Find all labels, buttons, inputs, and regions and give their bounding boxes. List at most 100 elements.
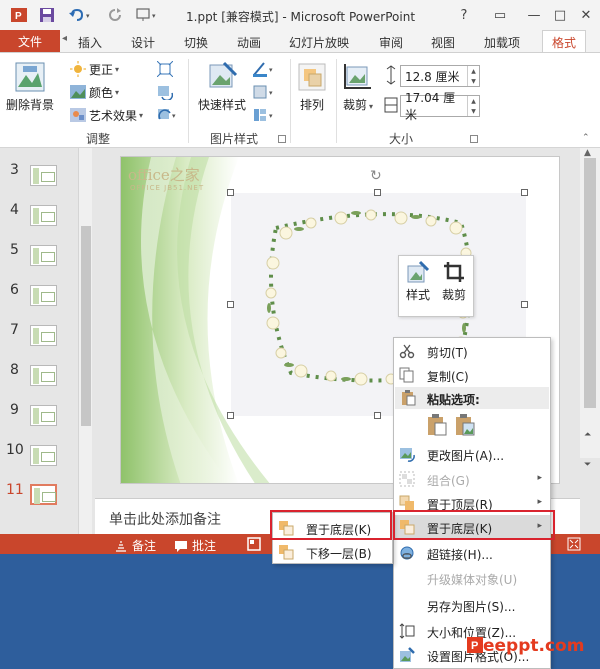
- comments-toggle[interactable]: 批注: [174, 537, 216, 554]
- tab-file[interactable]: 文件: [0, 30, 60, 52]
- svg-text:▾: ▾: [269, 66, 273, 74]
- resize-handle[interactable]: [227, 189, 234, 196]
- help-button[interactable]: ?: [452, 4, 476, 26]
- next-slide-icon[interactable]: ⏷: [584, 460, 591, 470]
- shape-width-spin-icon[interactable]: ▲ ▼: [467, 96, 479, 116]
- tab-scroll-left-icon[interactable]: ◂: [62, 33, 72, 49]
- comments-toggle-label: 批注: [192, 539, 217, 553]
- tab-insert[interactable]: 插入: [78, 34, 102, 51]
- redo-icon[interactable]: [104, 5, 126, 25]
- submenu-arrow-icon: ▸: [537, 497, 542, 507]
- slide-logo: office之家: [128, 166, 200, 184]
- menu-item-change-picture-label: 更改图片(A)...: [427, 449, 505, 463]
- tab-view[interactable]: 视图: [431, 34, 455, 51]
- corrections-label: 更正: [89, 62, 114, 77]
- shape-width-stepper[interactable]: 17.04 厘米 ▲ ▼: [400, 91, 480, 122]
- arrange-button[interactable]: 排列: [296, 61, 328, 113]
- shape-height-value[interactable]: 12.8 厘米: [401, 68, 467, 85]
- resize-handle[interactable]: [521, 301, 528, 308]
- slide-thumbnail[interactable]: [30, 365, 57, 386]
- corrections-button[interactable]: 更正 ▾: [70, 59, 119, 79]
- tab-format[interactable]: 格式: [542, 30, 586, 53]
- group-label-adjust: 调整: [86, 132, 111, 146]
- resize-handle[interactable]: [227, 301, 234, 308]
- tab-slideshow[interactable]: 幻灯片放映: [289, 34, 349, 51]
- menu-item-group[interactable]: 组合(G) ▸: [394, 467, 550, 491]
- slide-thumbnail[interactable]: [30, 325, 57, 346]
- arrange-label: 排列: [299, 98, 324, 112]
- minimize-button[interactable]: —: [522, 4, 546, 26]
- slide-thumbnail[interactable]: [30, 205, 57, 226]
- reset-picture-icon[interactable]: ▾: [157, 105, 179, 125]
- color-button[interactable]: 颜色 ▾: [70, 82, 119, 102]
- group-icon: [399, 471, 415, 487]
- paste-options-label: 粘贴选项:: [427, 393, 480, 407]
- menu-item-cut[interactable]: 剪切(T): [394, 339, 550, 363]
- slide-scrollbar-handle[interactable]: [584, 158, 596, 408]
- shape-height-stepper[interactable]: 12.8 厘米 ▲ ▼: [400, 65, 480, 87]
- maximize-button[interactable]: □: [548, 4, 572, 26]
- menu-item-copy[interactable]: 复制(C): [394, 363, 550, 387]
- svg-text:▾: ▾: [269, 112, 273, 120]
- remove-background-button[interactable]: 删除背景: [6, 61, 54, 113]
- thumbnails-scrollbar[interactable]: [78, 148, 92, 534]
- crop-button[interactable]: 裁剪 ▾: [342, 61, 374, 113]
- compress-pictures-icon[interactable]: [157, 59, 173, 79]
- rotate-handle-icon[interactable]: ↻: [370, 168, 386, 184]
- thumbnails-scrollbar-handle[interactable]: [81, 226, 91, 426]
- save-icon[interactable]: [36, 5, 58, 25]
- shape-height-spin-icon[interactable]: ▲ ▼: [467, 66, 479, 86]
- picture-styles-dialog-launcher-icon[interactable]: [278, 135, 286, 143]
- notes-toggle[interactable]: 备注: [114, 537, 156, 554]
- menu-item-upgrade-media[interactable]: 升级媒体对象(U): [394, 566, 550, 590]
- resize-handle[interactable]: [227, 412, 234, 419]
- svg-text:P: P: [471, 640, 478, 652]
- shape-width-value[interactable]: 17.04 厘米: [401, 89, 467, 123]
- corrections-sun-icon: [70, 61, 86, 77]
- slide-thumbnail[interactable]: [30, 445, 57, 466]
- slide-thumbnail[interactable]: [30, 405, 57, 426]
- size-dialog-launcher-icon[interactable]: [470, 135, 478, 143]
- slide-vertical-scrollbar[interactable]: ▲: [580, 148, 600, 458]
- menu-item-change-picture[interactable]: 更改图片(A)...: [394, 442, 550, 466]
- slide-number: 7: [10, 322, 19, 338]
- resize-handle[interactable]: [374, 189, 381, 196]
- menu-item-hyperlink[interactable]: 超链接(H)...: [394, 541, 550, 565]
- collapse-ribbon-icon[interactable]: ⌃: [582, 133, 592, 143]
- resize-handle[interactable]: [521, 189, 528, 196]
- slide-thumbnail[interactable]: [30, 165, 57, 186]
- menu-item-save-as-picture[interactable]: 另存为图片(S)...: [394, 593, 550, 617]
- tab-review[interactable]: 审阅: [379, 34, 403, 51]
- quick-styles-button[interactable]: 快速样式: [198, 61, 246, 113]
- paste-as-picture-icon[interactable]: [454, 414, 476, 439]
- slide-number: 3: [10, 162, 19, 178]
- powerpoint-app-icon[interactable]: P: [8, 5, 30, 25]
- undo-icon[interactable]: ▾: [66, 5, 96, 25]
- normal-view-icon[interactable]: [247, 537, 261, 551]
- slide-thumbnail-selected[interactable]: [30, 484, 57, 505]
- picture-effects-icon[interactable]: ▾: [252, 82, 276, 102]
- tab-transitions[interactable]: 切换: [184, 34, 208, 51]
- mini-crop-button[interactable]: 裁剪: [437, 260, 471, 303]
- scroll-up-icon[interactable]: ▲: [584, 148, 591, 158]
- picture-layout-icon[interactable]: ▾: [252, 105, 276, 125]
- slide-thumbnail[interactable]: [30, 245, 57, 266]
- artistic-effects-button[interactable]: 艺术效果 ▾: [70, 105, 143, 125]
- menu-item-cut-label: 剪切(T): [427, 346, 468, 360]
- tab-animations[interactable]: 动画: [237, 34, 261, 51]
- mini-style-button[interactable]: 样式: [401, 260, 435, 303]
- close-button[interactable]: ✕: [574, 4, 598, 26]
- tab-design[interactable]: 设计: [131, 34, 155, 51]
- submenu-item-send-backward[interactable]: 下移一层(B): [273, 540, 392, 564]
- slide-thumbnail[interactable]: [30, 285, 57, 306]
- resize-handle[interactable]: [374, 412, 381, 419]
- tab-addins[interactable]: 加载项: [484, 34, 520, 51]
- change-picture-icon[interactable]: [157, 82, 173, 102]
- ribbon-display-options-button[interactable]: ▭: [488, 4, 512, 26]
- previous-slide-icon[interactable]: ⏶: [584, 430, 591, 440]
- present-from-start-icon[interactable]: ▾: [134, 5, 162, 25]
- fit-to-window-icon[interactable]: [567, 537, 581, 551]
- menu-item-save-as-picture-label: 另存为图片(S)...: [427, 600, 516, 614]
- paste-keep-format-icon[interactable]: [426, 414, 448, 439]
- picture-border-icon[interactable]: ▾: [252, 59, 276, 79]
